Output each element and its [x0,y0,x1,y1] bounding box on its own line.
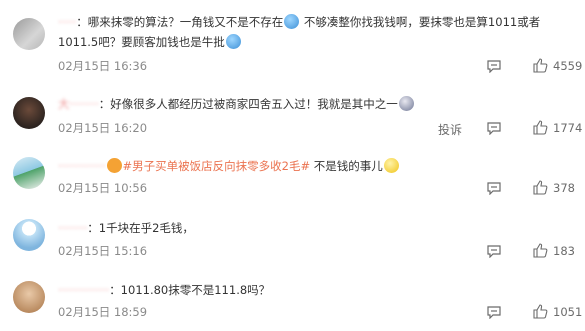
comment-time: 02月15日 16:36 [58,59,148,73]
avatar[interactable] [13,157,45,189]
like-count: 378 [553,181,575,195]
glasses-emoji-icon [383,158,399,173]
reply-icon[interactable] [487,60,501,73]
comment-text: ············· #男子买单被饭店反向抹零多收2毛# 不是钱的事儿 [58,156,569,176]
like-count: 183 [553,244,575,258]
reply-icon[interactable] [487,182,501,195]
username[interactable]: ············· [58,159,106,173]
comment-time: 02月15日 16:20 [58,121,148,135]
like-count: 1051 [553,305,583,319]
like-icon[interactable] [533,58,548,73]
comment-time: 02月15日 15:16 [58,244,148,258]
avatar[interactable] [13,281,45,313]
comment-text: 大········：好像很多人都经历过被商家四舍五入过！我就是其中之一 [58,94,569,114]
reply-icon[interactable] [487,122,501,135]
comment-text: ··············：1011.80抹零不是111.8吗？ [58,283,271,297]
comment-text: ·····：哪来抹零的算法？一角钱又不是不存在 不够凑整你找我钱啊，要抹零也是算… [58,14,541,49]
comment-time: 02月15日 18:59 [58,305,148,319]
like-icon[interactable] [533,180,548,195]
user-badge-icon [106,158,122,173]
reply-icon[interactable] [487,306,501,319]
report-button[interactable]: 投诉 [438,121,462,138]
like-icon[interactable] [533,120,548,135]
username[interactable]: ·············· [58,283,109,297]
like-count: 1774 [553,121,583,135]
avatar[interactable] [13,219,45,251]
username[interactable]: ····· [58,15,76,29]
reply-icon[interactable] [487,245,501,258]
like-count: 4559 [553,59,583,73]
like-icon[interactable] [533,304,548,319]
username[interactable]: ········ [58,221,87,235]
sweat-emoji-icon [225,34,241,49]
username[interactable]: 大········ [58,97,99,111]
comment-text: ········：1千块在乎2毛钱， [58,221,194,235]
crying-emoji-icon [398,96,414,111]
comment-time: 02月15日 10:56 [58,181,148,195]
avatar[interactable] [13,18,45,50]
topic-link[interactable]: #男子买单被饭店反向抹零多收2毛# [123,159,311,173]
sweat-emoji-icon [284,14,300,29]
like-icon[interactable] [533,243,548,258]
avatar[interactable] [13,97,45,129]
